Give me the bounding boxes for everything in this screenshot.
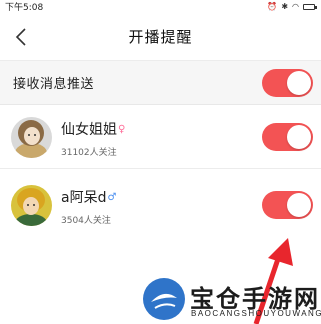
watermark: 宝仓手游网 BAOCANGSHOUYOUWANG bbox=[143, 278, 321, 322]
wifi-icon: ◠ bbox=[292, 1, 299, 11]
bluetooth-icon: ✱ bbox=[281, 1, 289, 11]
toggle-knob bbox=[287, 71, 311, 95]
follower-count: 31102人关注 bbox=[61, 148, 117, 158]
toggle-knob bbox=[287, 125, 311, 149]
alarm-icon: ⏰ bbox=[267, 1, 278, 11]
streamer-name-text: a阿呆d bbox=[61, 190, 107, 206]
status-icons: ⏰ ✱ ◠ bbox=[267, 1, 317, 11]
watermark-logo-icon bbox=[143, 278, 185, 320]
male-icon: ♂ bbox=[107, 191, 117, 203]
toggle-knob bbox=[287, 193, 311, 217]
streamer-name: a阿呆d ♂ bbox=[61, 187, 116, 207]
streamer-name: 仙女姐姐 ♀ bbox=[61, 119, 125, 139]
status-time: 下午5:08 bbox=[5, 3, 44, 13]
push-toggle[interactable] bbox=[262, 69, 313, 97]
avatar[interactable] bbox=[11, 117, 52, 158]
app-screen: 下午5:08 ⏰ ✱ ◠ 开播提醒 接收消息推送 仙女姐姐 ♀ 31102人关注… bbox=[0, 0, 321, 324]
streamer-reminder-toggle[interactable] bbox=[262, 123, 313, 151]
back-button[interactable] bbox=[9, 25, 33, 49]
status-bar: 下午5:08 ⏰ ✱ ◠ bbox=[0, 0, 321, 13]
streamer-reminder-toggle[interactable] bbox=[262, 191, 313, 219]
avatar[interactable] bbox=[11, 185, 52, 226]
female-icon: ♀ bbox=[118, 123, 126, 135]
push-setting-label: 接收消息推送 bbox=[13, 77, 95, 92]
chevron-left-icon bbox=[15, 28, 26, 46]
streamer-row: a阿呆d ♂ 3504人关注 bbox=[0, 174, 321, 237]
battery-icon bbox=[303, 3, 317, 10]
push-setting-row: 接收消息推送 bbox=[0, 61, 321, 105]
page-title: 开播提醒 bbox=[128, 28, 193, 46]
streamer-name-text: 仙女姐姐 bbox=[61, 122, 117, 138]
streamer-row: 仙女姐姐 ♀ 31102人关注 bbox=[0, 106, 321, 169]
header: 开播提醒 bbox=[0, 13, 321, 61]
follower-count: 3504人关注 bbox=[61, 216, 111, 226]
watermark-subtitle: BAOCANGSHOUYOUWANG bbox=[191, 309, 321, 318]
